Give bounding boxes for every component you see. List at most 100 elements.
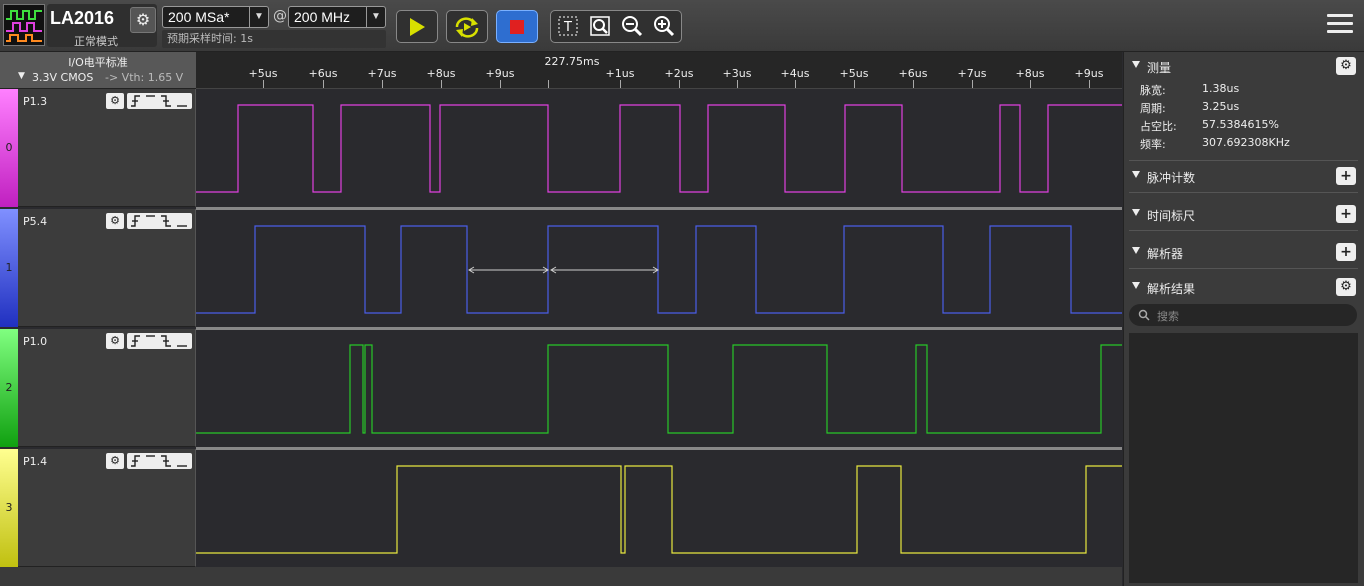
sample-time-label: 预期采样时间: 1s (162, 30, 386, 48)
channel-color-bar[interactable]: 0 (0, 89, 18, 207)
channel-panel: P1.3 ⚙ (18, 89, 196, 207)
time-ruler[interactable]: 227.75ms +5us +6us +7us +8us +9us +1us +2us +3u… (196, 52, 1122, 89)
device-logo-icon (3, 4, 45, 46)
ruler-tick-label: +6us (898, 67, 928, 80)
measure-value: 57.5384615% (1202, 118, 1279, 131)
play-icon (410, 17, 425, 36)
ruler-tick (972, 80, 973, 88)
channel-panel: P1.0 ⚙ (18, 329, 196, 447)
ruler-center-time: 227.75ms (544, 55, 600, 68)
ruler-tick-label: +1us (605, 67, 635, 80)
search-input[interactable]: 搜索 (1129, 304, 1357, 326)
ruler-tick (382, 80, 383, 88)
ruler-tick-label: +2us (664, 67, 694, 80)
ruler-tick-label: +6us (308, 67, 338, 80)
time-ruler-title: 时间标尺 (1147, 209, 1196, 223)
channel-trigger-buttons[interactable] (127, 213, 192, 229)
add-decoder-plus-icon[interactable]: + (1336, 243, 1356, 261)
text-cursor-icon[interactable]: T (556, 15, 580, 39)
time-ruler-section: 时间标尺 + (1129, 200, 1358, 231)
sample-rate-value: 200 MHz (294, 9, 351, 25)
channel-trigger-buttons[interactable] (127, 93, 192, 109)
device-mode: 正常模式 (74, 35, 118, 48)
decoder-title: 解析器 (1147, 247, 1184, 261)
ruler-tick-label: +7us (957, 67, 987, 80)
decode-result-settings-gear-icon[interactable]: ⚙ (1336, 278, 1356, 296)
ruler-tick-label: +9us (485, 67, 515, 80)
right-panel: 测量 ⚙ 脉宽: 1.38us 周期: 3.25us 占空比: 57.53846… (1123, 52, 1364, 586)
ruler-tick (1030, 80, 1031, 88)
channel-settings-gear-icon[interactable]: ⚙ (106, 453, 124, 469)
io-standard-panel[interactable]: I/O电平标准 ▼ 3.3V CMOS -> Vth: 1.65 V (0, 52, 196, 89)
triangle-down-icon[interactable]: ▼ (18, 71, 25, 81)
channel-settings-gear-icon[interactable]: ⚙ (106, 93, 124, 109)
add-time-ruler-plus-icon[interactable]: + (1336, 205, 1356, 223)
waveform-area[interactable] (196, 89, 1122, 567)
channel-color-bar[interactable]: 3 (0, 449, 18, 567)
channel-color-bar[interactable]: 1 (0, 209, 18, 327)
measure-row-period: 周期: 3.25us (1140, 100, 1239, 116)
channel-trigger-buttons[interactable] (127, 333, 192, 349)
ruler-tick (737, 80, 738, 88)
zoom-out-icon[interactable] (620, 15, 644, 39)
pulse-count-section: 脉冲计数 + (1129, 162, 1358, 193)
decode-result-section: 解析结果 ⚙ (1129, 273, 1358, 303)
ruler-tick (323, 80, 324, 88)
channel-panel: P1.4 ⚙ (18, 449, 196, 567)
ruler-tick-label: +7us (367, 67, 397, 80)
stop-button[interactable] (496, 10, 538, 43)
measure-value: 3.25us (1202, 100, 1240, 113)
waveform-2 (196, 344, 1122, 434)
toolbar: LA2016 ⚙ 正常模式 200 MSa* ▼ @ 200 MHz ▼ 预期采… (0, 0, 1364, 52)
ruler-tick-label: +8us (1015, 67, 1045, 80)
channel-name: P1.3 (23, 95, 48, 108)
channel-name: P1.4 (23, 455, 48, 468)
sample-depth-select[interactable]: 200 MSa* ▼ (162, 6, 269, 28)
zoom-in-icon[interactable] (652, 15, 676, 39)
ruler-tick (795, 80, 796, 88)
decode-results-list[interactable] (1129, 333, 1358, 583)
io-standard-value: 3.3V CMOS (32, 71, 94, 84)
hamburger-menu-icon[interactable] (1327, 14, 1353, 38)
triangle-down-icon[interactable] (1132, 282, 1140, 289)
run-button[interactable] (396, 10, 438, 43)
channel-index: 2 (5, 381, 13, 394)
trigger-edge-icon (131, 455, 187, 467)
channel-index: 3 (5, 501, 13, 514)
chevron-down-icon[interactable]: ▼ (249, 7, 268, 27)
ruler-tick-label: +3us (722, 67, 752, 80)
io-standard-title: I/O电平标准 (68, 56, 128, 69)
zoom-fit-icon[interactable] (588, 15, 612, 39)
channel-settings-gear-icon[interactable]: ⚙ (106, 333, 124, 349)
ruler-tick (263, 80, 264, 88)
waveform-0 (196, 104, 1122, 193)
channel-index: 0 (5, 141, 13, 154)
measure-settings-gear-icon[interactable]: ⚙ (1336, 57, 1356, 75)
chevron-down-icon[interactable]: ▼ (366, 7, 385, 27)
channel-settings-gear-icon[interactable]: ⚙ (106, 213, 124, 229)
measure-title: 测量 (1147, 61, 1172, 75)
sample-depth-value: 200 MSa* (168, 9, 230, 25)
channel-trigger-buttons[interactable] (127, 453, 192, 469)
ruler-tick (1089, 80, 1090, 88)
triangle-down-icon[interactable] (1132, 171, 1140, 178)
waveform-3 (196, 465, 1122, 554)
channel-color-bar[interactable]: 2 (0, 329, 18, 447)
ruler-tick-label: +4us (780, 67, 810, 80)
add-pulse-count-plus-icon[interactable]: + (1336, 167, 1356, 185)
trigger-edge-icon (131, 215, 187, 227)
measure-label: 脉宽: (1140, 84, 1166, 97)
triangle-down-icon[interactable] (1132, 209, 1140, 216)
stop-icon (510, 19, 524, 34)
sample-rate-select[interactable]: 200 MHz ▼ (288, 6, 386, 28)
waveform-1 (196, 225, 1122, 314)
triangle-down-icon[interactable] (1132, 61, 1140, 68)
triangle-down-icon[interactable] (1132, 247, 1140, 254)
repeat-run-button[interactable] (446, 10, 488, 43)
device-settings-gear-icon[interactable]: ⚙ (130, 7, 156, 33)
search-placeholder: 搜索 (1157, 310, 1179, 323)
channel-name: P5.4 (23, 215, 48, 228)
ruler-tick-label: +9us (1074, 67, 1104, 80)
svg-text:T: T (563, 20, 572, 35)
status-bar (0, 567, 1122, 586)
